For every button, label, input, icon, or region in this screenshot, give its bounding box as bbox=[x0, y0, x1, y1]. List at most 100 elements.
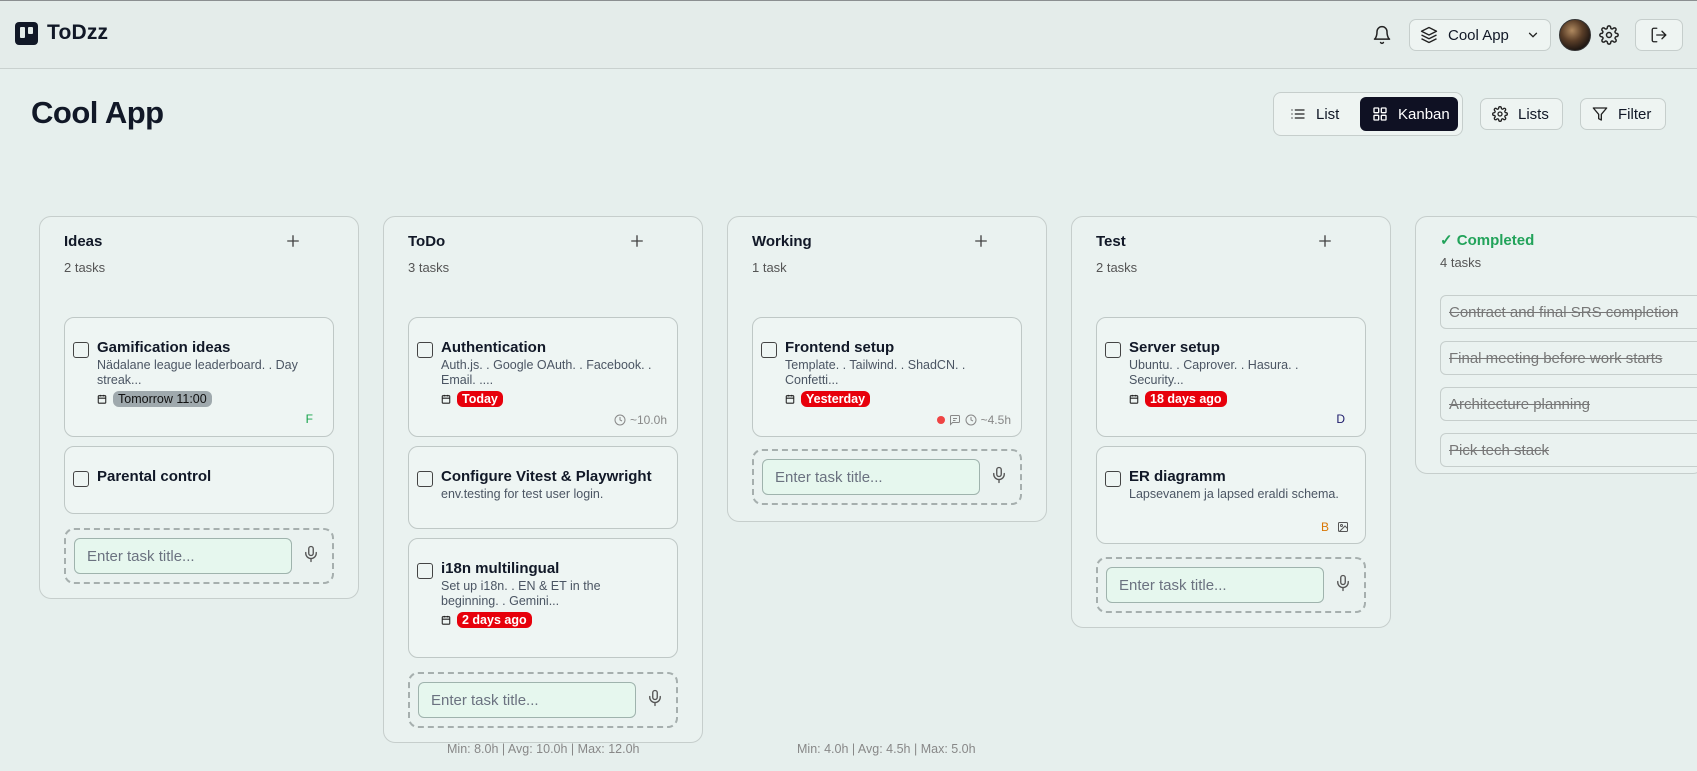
task-due-date: Today bbox=[441, 391, 503, 407]
add-task-zone bbox=[752, 449, 1022, 505]
calendar-icon bbox=[97, 394, 107, 404]
completed-task[interactable]: Contract and final SRS completion bbox=[1440, 295, 1697, 329]
task-checkbox[interactable] bbox=[417, 342, 433, 358]
assignee-initial: F bbox=[305, 412, 313, 426]
add-task-zone bbox=[64, 528, 334, 584]
task-card[interactable]: ER diagramm Lapsevanem ja lapsed eraldi … bbox=[1096, 446, 1366, 544]
microphone-icon[interactable] bbox=[990, 466, 1008, 484]
column-title: Ideas bbox=[64, 233, 103, 250]
estimate-value: ~4.5h bbox=[980, 413, 1011, 427]
brand-name: ToDzz bbox=[47, 21, 109, 44]
page-title: Cool App bbox=[31, 95, 164, 130]
task-checkbox[interactable] bbox=[73, 471, 89, 487]
task-checkbox[interactable] bbox=[417, 563, 433, 579]
gear-icon[interactable] bbox=[1599, 25, 1619, 45]
filter-button[interactable]: Filter bbox=[1580, 98, 1666, 130]
comment-icon bbox=[949, 414, 961, 426]
task-title: ER diagramm bbox=[1129, 468, 1226, 485]
completed-task[interactable]: Final meeting before work starts bbox=[1440, 341, 1697, 375]
assignee-initial: B bbox=[1320, 520, 1329, 534]
task-due-date: Tomorrow 11:00 bbox=[97, 391, 212, 407]
task-title: i18n multilingual bbox=[441, 560, 560, 577]
task-card[interactable]: i18n multilingual Set up i18n. . EN & ET… bbox=[408, 538, 678, 658]
microphone-icon[interactable] bbox=[1334, 574, 1352, 592]
lists-label: Lists bbox=[1518, 105, 1549, 123]
task-due-date: 18 days ago bbox=[1129, 391, 1227, 407]
view-kanban-label: Kanban bbox=[1398, 105, 1450, 123]
due-date-badge: 18 days ago bbox=[1145, 391, 1227, 407]
add-task-zone bbox=[1096, 557, 1366, 613]
avatar[interactable] bbox=[1559, 19, 1591, 51]
task-checkbox[interactable] bbox=[761, 342, 777, 358]
top-bar: ToDzz Cool App bbox=[0, 0, 1697, 69]
view-list-button[interactable]: List bbox=[1278, 97, 1356, 131]
calendar-icon bbox=[441, 394, 451, 404]
microphone-icon[interactable] bbox=[302, 545, 320, 563]
due-date-badge: 2 days ago bbox=[457, 612, 532, 628]
grid-icon bbox=[1372, 106, 1388, 122]
column-task-count: 3 tasks bbox=[408, 260, 450, 275]
task-checkbox[interactable] bbox=[1105, 471, 1121, 487]
view-toggle: List Kanban bbox=[1273, 92, 1463, 136]
view-list-label: List bbox=[1316, 105, 1340, 123]
task-due-date: 2 days ago bbox=[441, 612, 532, 628]
column-ideas: Ideas 2 tasks Gamification ideas Nädalan… bbox=[39, 216, 359, 599]
add-task-input[interactable] bbox=[1106, 567, 1324, 603]
add-task-input[interactable] bbox=[74, 538, 292, 574]
calendar-icon bbox=[785, 394, 795, 404]
column-task-count: 2 tasks bbox=[1096, 260, 1138, 275]
bell-icon[interactable] bbox=[1372, 25, 1392, 45]
filter-label: Filter bbox=[1618, 105, 1652, 123]
add-task-zone bbox=[408, 672, 678, 728]
task-card[interactable]: Gamification ideas Nädalane league leade… bbox=[64, 317, 334, 437]
completed-task[interactable]: Pick tech stack bbox=[1440, 433, 1697, 467]
completed-task[interactable]: Architecture planning bbox=[1440, 387, 1697, 421]
column-completed: ✓ Completed 4 tasks Contract and final S… bbox=[1415, 216, 1697, 474]
task-title: Authentication bbox=[441, 339, 546, 356]
task-checkbox[interactable] bbox=[417, 471, 433, 487]
task-title: Frontend setup bbox=[785, 339, 895, 356]
column-task-count: 1 task bbox=[752, 260, 787, 275]
task-description: Lapsevanem ja lapsed eraldi schema. bbox=[1129, 487, 1339, 501]
app-selector[interactable]: Cool App bbox=[1409, 19, 1551, 51]
calendar-icon bbox=[1129, 394, 1139, 404]
plus-icon[interactable] bbox=[628, 232, 646, 250]
task-card[interactable]: Server setup Ubuntu. . Caprover. . Hasur… bbox=[1096, 317, 1366, 437]
column-title: ✓ Completed bbox=[1440, 232, 1535, 249]
logout-icon bbox=[1650, 26, 1668, 44]
plus-icon[interactable] bbox=[284, 232, 302, 250]
column-todo: ToDo 3 tasks Authentication Auth.js. . G… bbox=[383, 216, 703, 743]
task-checkbox[interactable] bbox=[1105, 342, 1121, 358]
view-kanban-button[interactable]: Kanban bbox=[1360, 97, 1458, 131]
plus-icon[interactable] bbox=[1316, 232, 1334, 250]
add-task-input[interactable] bbox=[418, 682, 636, 718]
lists-button[interactable]: Lists bbox=[1480, 98, 1563, 130]
task-card[interactable]: Parental control bbox=[64, 446, 334, 514]
due-date-badge: Yesterday bbox=[801, 391, 871, 407]
task-description: Nädalane league leaderboard. . Day strea… bbox=[97, 358, 298, 387]
chevron-down-icon bbox=[1526, 28, 1540, 42]
priority-dot-icon bbox=[936, 416, 945, 424]
calendar-icon bbox=[441, 615, 451, 625]
task-card[interactable]: Frontend setup Template. . Tailwind. . S… bbox=[752, 317, 1022, 437]
task-description: Auth.js. . Google OAuth. . Facebook. . E… bbox=[441, 358, 652, 387]
task-description: Ubuntu. . Caprover. . Hasura. . Security… bbox=[1129, 358, 1299, 387]
task-card[interactable]: Authentication Auth.js. . Google OAuth. … bbox=[408, 317, 678, 437]
task-checkbox[interactable] bbox=[73, 342, 89, 358]
plus-icon[interactable] bbox=[972, 232, 990, 250]
due-date-badge: Today bbox=[457, 391, 503, 407]
microphone-icon[interactable] bbox=[646, 689, 664, 707]
task-title: Parental control bbox=[97, 468, 212, 485]
column-task-count: 2 tasks bbox=[64, 260, 106, 275]
column-test: Test 2 tasks Server setup Ubuntu. . Capr… bbox=[1071, 216, 1391, 628]
task-title: Server setup bbox=[1129, 339, 1220, 356]
task-card[interactable]: Configure Vitest & Playwright env.testin… bbox=[408, 446, 678, 529]
assignee-initial: D bbox=[1336, 412, 1345, 426]
kanban-logo-icon bbox=[15, 21, 38, 45]
estimate-value: ~10.0h bbox=[629, 413, 667, 427]
image-icon bbox=[1337, 521, 1349, 533]
logout-button[interactable] bbox=[1635, 19, 1683, 51]
brand[interactable]: ToDzz bbox=[15, 21, 108, 45]
column-title: Test bbox=[1096, 233, 1126, 250]
add-task-input[interactable] bbox=[762, 459, 980, 495]
